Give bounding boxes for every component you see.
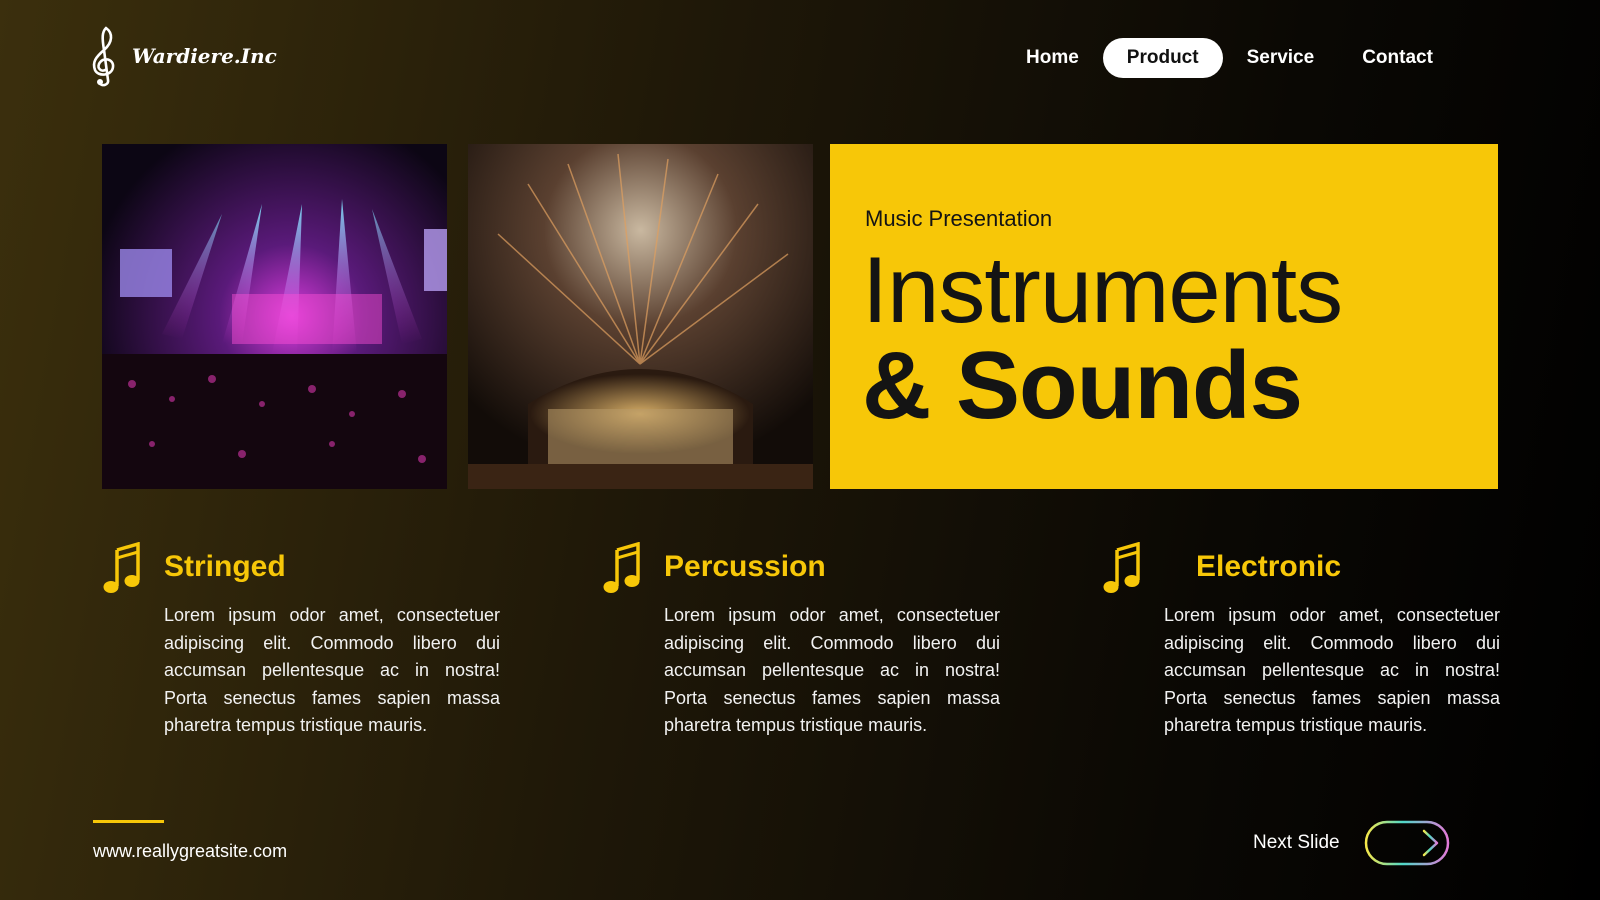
feature-title: Stringed (164, 550, 286, 583)
hero-kicker: Music Presentation (865, 206, 1053, 231)
feature-title: Percussion (664, 550, 826, 583)
nav-item-product[interactable]: Product (1102, 38, 1223, 78)
hero-title-line1: Instruments (862, 237, 1343, 342)
brand-name: Wardiere.Inc (132, 44, 277, 68)
music-note-icon (103, 542, 140, 593)
feature-body: Lorem ipsum odor amet, consectetuer adip… (164, 605, 500, 735)
feature-title: Electronic (1196, 550, 1342, 583)
nav-item-home[interactable]: Home (1002, 38, 1103, 78)
next-slide-button[interactable] (1364, 820, 1450, 866)
accent-divider (93, 820, 164, 823)
brand-logo[interactable]: Wardiere.Inc (86, 24, 277, 88)
feature-body: Lorem ipsum odor amet, consectetuer adip… (1164, 605, 1500, 735)
feature-body: Lorem ipsum odor amet, consectetuer adip… (664, 605, 1000, 735)
top-nav: Home Product Service Contact (1002, 38, 1457, 78)
nav-item-contact[interactable]: Contact (1338, 38, 1457, 78)
treble-clef-icon (92, 26, 115, 87)
hero-panel: Music Presentation Instruments & Sounds (830, 144, 1498, 489)
nav-item-service[interactable]: Service (1223, 38, 1339, 78)
website-url[interactable]: www.reallygreatsite.com (93, 841, 287, 862)
arrow-right-icon (1364, 820, 1450, 866)
concert-stage-photo (102, 144, 447, 489)
music-note-icon (1103, 542, 1140, 593)
fireworks-stage-photo (468, 144, 813, 489)
next-slide-label[interactable]: Next Slide (1253, 832, 1340, 854)
hero-title-line2: & Sounds (862, 332, 1303, 439)
music-note-icon (603, 542, 640, 593)
